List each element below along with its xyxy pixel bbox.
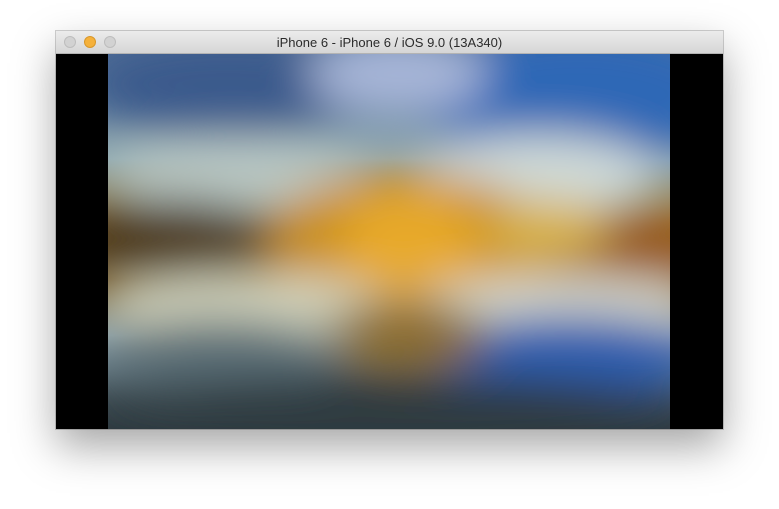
simulator-window: iPhone 6 - iPhone 6 / iOS 9.0 (13A340)	[56, 31, 723, 429]
blurred-wallpaper-image	[108, 54, 670, 429]
window-title: iPhone 6 - iPhone 6 / iOS 9.0 (13A340)	[276, 35, 503, 50]
title-bar[interactable]: iPhone 6 - iPhone 6 / iOS 9.0 (13A340)	[56, 31, 723, 54]
device-screen[interactable]	[108, 54, 670, 429]
